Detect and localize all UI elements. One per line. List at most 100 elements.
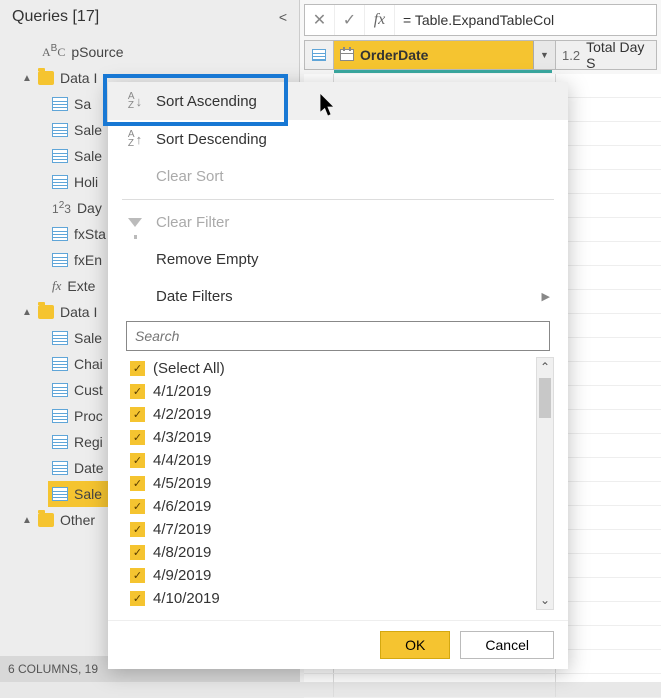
sidebar-header: Queries [17] < — [0, 0, 299, 34]
checkbox-icon[interactable]: ✓ — [130, 361, 145, 376]
table-icon — [52, 383, 68, 397]
item-label: Proc — [74, 408, 103, 424]
item-label: Cust — [74, 382, 103, 398]
divider — [122, 199, 554, 200]
column-filter-dropdown[interactable]: ▼ — [533, 41, 555, 69]
decimal-type-icon[interactable]: 1.2 — [562, 48, 580, 63]
checkbox-icon[interactable]: ✓ — [130, 499, 145, 514]
ok-button[interactable]: OK — [380, 631, 450, 659]
filter-value-item[interactable]: ✓4/2/2019 — [126, 403, 536, 426]
item-label: Sale — [74, 122, 102, 138]
sort-asc-icon: AZ↓ — [126, 92, 144, 110]
popup-footer: OK Cancel — [108, 620, 568, 669]
checkbox-icon[interactable]: ✓ — [130, 568, 145, 583]
filter-value-item[interactable]: ✓4/6/2019 — [126, 495, 536, 518]
table-icon — [52, 149, 68, 163]
column-header-totaldays[interactable]: 1.2 Total Day S — [556, 40, 657, 70]
checkbox-icon[interactable]: ✓ — [130, 476, 145, 491]
filter-scrollbar[interactable]: ⌃ ⌄ — [536, 357, 554, 610]
function-icon: fx — [52, 278, 61, 294]
filter-value-item[interactable]: ✓4/8/2019 — [126, 541, 536, 564]
table-icon — [52, 227, 68, 241]
item-label: Sale — [74, 148, 102, 164]
clear-filter-icon — [126, 218, 144, 227]
item-label: Day — [77, 200, 102, 216]
item-label: Exte — [67, 278, 95, 294]
checkbox-icon[interactable]: ✓ — [130, 591, 145, 606]
filter-select-all[interactable]: ✓(Select All) — [126, 357, 536, 380]
number-param-icon: 123 — [52, 200, 71, 216]
checkbox-icon[interactable]: ✓ — [130, 407, 145, 422]
filter-value-item[interactable]: ✓4/5/2019 — [126, 472, 536, 495]
item-label: fxStа — [74, 226, 106, 242]
table-icon — [52, 123, 68, 137]
item-label: Holi — [74, 174, 98, 190]
filter-value-list: ✓(Select All)✓4/1/2019✓4/2/2019✓4/3/2019… — [126, 357, 554, 610]
commit-formula-icon[interactable]: ✓ — [335, 5, 365, 35]
cancel-formula-icon[interactable]: ✕ — [305, 5, 335, 35]
cancel-button[interactable]: Cancel — [460, 631, 554, 659]
scroll-thumb[interactable] — [539, 378, 551, 418]
scroll-down-icon[interactable]: ⌄ — [540, 593, 550, 607]
checkbox-icon[interactable]: ✓ — [130, 384, 145, 399]
item-label: pSource — [71, 44, 123, 60]
filter-value-item[interactable]: ✓4/3/2019 — [126, 426, 536, 449]
filter-search-input[interactable] — [126, 321, 550, 351]
submenu-arrow-icon: ▶ — [542, 290, 550, 303]
column-name: Total Day S — [586, 39, 650, 71]
table-icon — [312, 49, 326, 61]
table-icon — [52, 253, 68, 267]
item-label: fxEn — [74, 252, 102, 268]
table-icon — [52, 409, 68, 423]
column-headers: OrderDate ▼ 1.2 Total Day S — [304, 40, 657, 70]
checkbox-icon[interactable]: ✓ — [130, 522, 145, 537]
formula-text[interactable]: = Table.ExpandTableCol — [395, 12, 562, 28]
item-label: Date — [74, 460, 104, 476]
item-label: Sa — [74, 96, 91, 112]
filter-value-item[interactable]: ✓4/1/2019 — [126, 380, 536, 403]
folder-icon — [38, 513, 54, 527]
item-label: Data I — [60, 70, 97, 86]
folder-icon — [38, 71, 54, 85]
date-filters-item[interactable]: Date Filters ▶ — [108, 278, 568, 315]
scroll-up-icon[interactable]: ⌃ — [540, 360, 550, 374]
remove-empty-item[interactable]: Remove Empty — [108, 241, 568, 278]
checkbox-icon[interactable]: ✓ — [130, 430, 145, 445]
checkbox-icon[interactable]: ✓ — [130, 453, 145, 468]
sort-descending-item[interactable]: AZ↑ Sort Descending — [108, 120, 568, 158]
sort-desc-icon: AZ↑ — [126, 130, 144, 148]
sidebar-title: Queries [17] — [12, 8, 99, 26]
item-label: Regi — [74, 434, 103, 450]
clear-sort-item: Clear Sort — [108, 158, 568, 195]
filter-value-item[interactable]: ✓4/7/2019 — [126, 518, 536, 541]
folder-icon — [38, 305, 54, 319]
item-label: Sale — [74, 486, 102, 502]
query-item[interactable]: ABC pSource — [38, 38, 299, 65]
date-type-icon[interactable] — [340, 49, 354, 61]
item-label: Chai — [74, 356, 103, 372]
table-icon — [52, 175, 68, 189]
select-all-cell[interactable] — [304, 40, 334, 70]
table-icon — [52, 357, 68, 371]
item-label: Sale — [74, 330, 102, 346]
item-label: Data I — [60, 304, 97, 320]
table-icon — [52, 435, 68, 449]
table-icon — [52, 487, 68, 501]
checkbox-icon[interactable]: ✓ — [130, 545, 145, 560]
column-header-orderdate[interactable]: OrderDate ▼ — [334, 40, 556, 70]
formula-bar[interactable]: ✕ ✓ fx = Table.ExpandTableCol — [304, 4, 657, 36]
active-column-indicator — [334, 70, 552, 73]
filter-search[interactable] — [126, 321, 550, 351]
filter-popup: AZ↓ Sort Ascending AZ↑ Sort Descending C… — [108, 82, 568, 669]
filter-value-item[interactable]: ✓4/4/2019 — [126, 449, 536, 472]
item-label: Other — [60, 512, 95, 528]
table-icon — [52, 97, 68, 111]
filter-value-item[interactable]: ✓4/9/2019 — [126, 564, 536, 587]
fx-icon[interactable]: fx — [365, 5, 395, 35]
collapse-sidebar-icon[interactable]: < — [279, 9, 287, 25]
filter-value-item[interactable]: ✓4/10/2019 — [126, 587, 536, 610]
table-icon — [52, 461, 68, 475]
sort-ascending-item[interactable]: AZ↓ Sort Ascending — [108, 82, 568, 120]
text-param-icon: ABC — [42, 43, 65, 60]
column-name: OrderDate — [360, 47, 428, 63]
